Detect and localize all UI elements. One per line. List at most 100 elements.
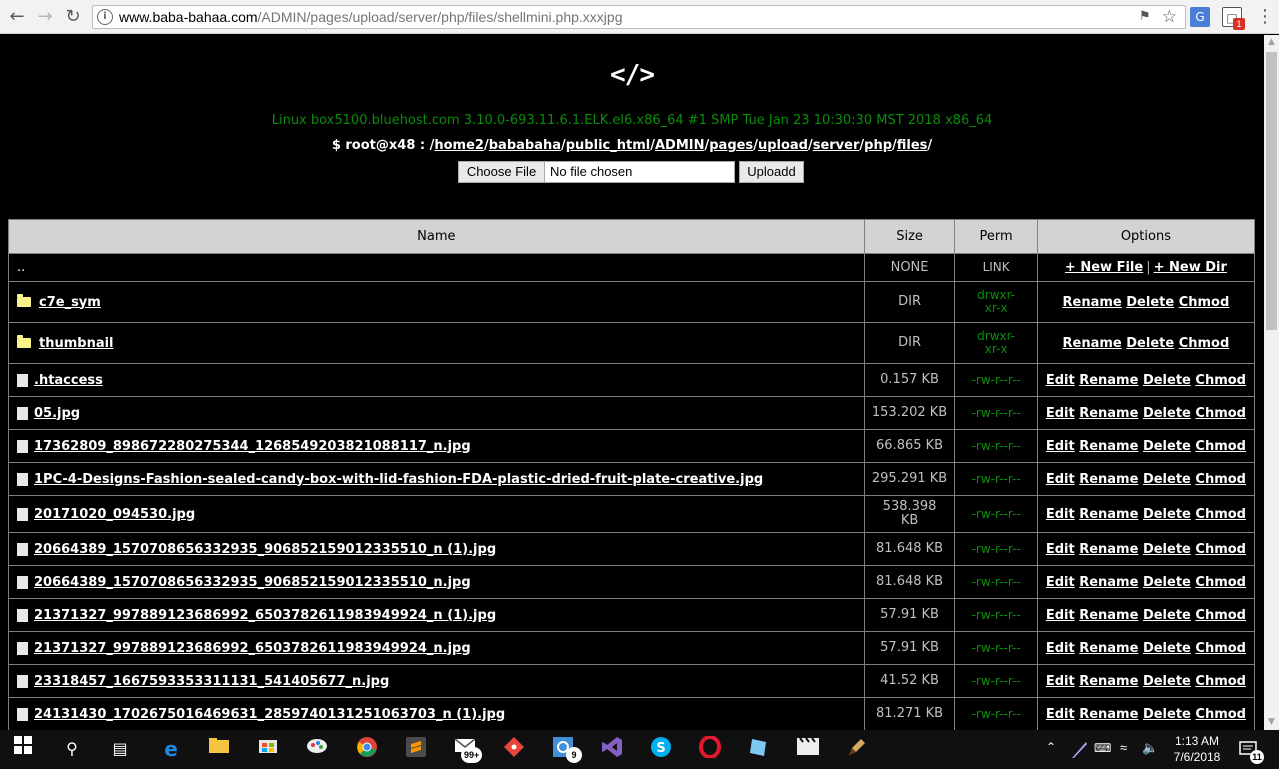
windows-start-icon[interactable] — [10, 736, 36, 762]
skype-icon[interactable]: S — [648, 736, 674, 762]
blocked-icon[interactable]: ⚑ — [1139, 9, 1155, 25]
edit-link[interactable]: Edit — [1046, 575, 1075, 590]
edit-link[interactable]: Edit — [1046, 439, 1075, 454]
notifications-icon[interactable]: 11 — [1238, 730, 1264, 769]
rename-link[interactable]: Rename — [1079, 641, 1138, 656]
forward-arrow-icon[interactable]: → — [34, 6, 56, 28]
file-input[interactable]: Choose File No file chosen — [458, 161, 735, 183]
new-dir-link[interactable]: + New Dir — [1154, 260, 1227, 275]
file-link[interactable]: 24131430_1702675016469631_28597401312510… — [34, 707, 505, 722]
chmod-link[interactable]: Chmod — [1195, 507, 1246, 522]
path-link-pages[interactable]: pages — [709, 138, 753, 153]
show-hidden-icons-icon[interactable]: ⌃ — [1046, 730, 1056, 769]
edge-icon[interactable]: e — [158, 736, 184, 762]
file-perm[interactable]: drwxr-xr-x — [954, 322, 1038, 364]
parent-link[interactable]: .. — [8, 253, 865, 282]
delete-link[interactable]: Delete — [1143, 406, 1191, 421]
edit-link[interactable]: Edit — [1046, 406, 1075, 421]
chmod-link[interactable]: Chmod — [1195, 542, 1246, 557]
visual-studio-icon[interactable] — [599, 736, 625, 762]
rename-link[interactable]: Rename — [1079, 608, 1138, 623]
path-link-upload[interactable]: upload — [758, 138, 808, 153]
delete-link[interactable]: Delete — [1143, 575, 1191, 590]
chmod-link[interactable]: Chmod — [1179, 295, 1230, 310]
file-link[interactable]: 21371327_997889123686992_650378261198394… — [34, 641, 471, 656]
scrollbar-thumb[interactable] — [1266, 52, 1277, 330]
file-link[interactable]: 23318457_1667593353311131_541405677_n.jp… — [34, 674, 389, 689]
file-perm[interactable]: -rw-r--r-- — [954, 462, 1038, 496]
file-link[interactable]: 17362809_898672280275344_126854920382108… — [34, 439, 471, 454]
video-icon[interactable] — [795, 736, 821, 762]
delete-link[interactable]: Delete — [1143, 472, 1191, 487]
file-perm[interactable]: -rw-r--r-- — [954, 429, 1038, 463]
chmod-link[interactable]: Chmod — [1195, 575, 1246, 590]
scroll-up-icon[interactable]: ▲ — [1264, 35, 1279, 50]
pen-icon[interactable] — [844, 736, 870, 762]
chmod-link[interactable]: Chmod — [1179, 336, 1230, 351]
chmod-link[interactable]: Chmod — [1195, 472, 1246, 487]
scroll-down-icon[interactable]: ▼ — [1264, 715, 1279, 730]
file-perm[interactable]: -rw-r--r-- — [954, 598, 1038, 632]
chmod-link[interactable]: Chmod — [1195, 439, 1246, 454]
file-link[interactable]: 1PC-4-Designs-Fashion-sealed-candy-box-w… — [34, 472, 763, 487]
chrome-icon[interactable] — [354, 736, 380, 762]
rename-link[interactable]: Rename — [1079, 472, 1138, 487]
store-icon[interactable] — [255, 736, 281, 762]
delete-link[interactable]: Delete — [1143, 608, 1191, 623]
rename-link[interactable]: Rename — [1079, 707, 1138, 722]
delete-link[interactable]: Delete — [1143, 707, 1191, 722]
chmod-link[interactable]: Chmod — [1195, 608, 1246, 623]
edit-link[interactable]: Edit — [1046, 608, 1075, 623]
file-perm[interactable]: -rw-r--r-- — [954, 532, 1038, 566]
delete-link[interactable]: Delete — [1143, 674, 1191, 689]
file-perm[interactable]: -rw-r--r-- — [954, 495, 1038, 533]
path-link-home2[interactable]: home2 — [434, 138, 484, 153]
rename-link[interactable]: Rename — [1079, 575, 1138, 590]
rename-link[interactable]: Rename — [1079, 674, 1138, 689]
edit-link[interactable]: Edit — [1046, 542, 1075, 557]
rename-link[interactable]: Rename — [1079, 373, 1138, 388]
notepad-icon[interactable] — [746, 736, 772, 762]
file-perm[interactable]: -rw-r--r-- — [954, 697, 1038, 730]
delete-link[interactable]: Delete — [1143, 542, 1191, 557]
paint-icon[interactable] — [304, 736, 330, 762]
file-perm[interactable]: -rw-r--r-- — [954, 664, 1038, 698]
search-icon[interactable]: ⚲ — [59, 736, 85, 762]
git-icon[interactable] — [501, 736, 527, 762]
path-link-public-html[interactable]: public_html — [566, 138, 650, 153]
file-link[interactable]: 20171020_094530.jpg — [34, 507, 195, 522]
star-icon[interactable]: ☆ — [1162, 7, 1177, 27]
edit-link[interactable]: Edit — [1046, 707, 1075, 722]
path-link-php[interactable]: php — [864, 138, 892, 153]
file-explorer-icon[interactable] — [206, 736, 232, 762]
delete-link[interactable]: Delete — [1126, 295, 1174, 310]
delete-link[interactable]: Delete — [1126, 336, 1174, 351]
rename-link[interactable]: Rename — [1079, 507, 1138, 522]
opera-icon[interactable] — [697, 735, 723, 762]
sublime-icon[interactable] — [403, 736, 429, 762]
rename-link[interactable]: Rename — [1079, 439, 1138, 454]
file-link[interactable]: 05.jpg — [34, 406, 80, 421]
chmod-link[interactable]: Chmod — [1195, 674, 1246, 689]
upload-button[interactable]: Uploadd — [739, 161, 804, 183]
edit-link[interactable]: Edit — [1046, 507, 1075, 522]
file-perm[interactable]: -rw-r--r-- — [954, 396, 1038, 430]
delete-link[interactable]: Delete — [1143, 439, 1191, 454]
rename-link[interactable]: Rename — [1063, 336, 1122, 351]
new-file-link[interactable]: + New File — [1065, 260, 1143, 275]
pen-workspace-icon[interactable] — [1070, 730, 1088, 769]
dir-link[interactable]: c7e_sym — [39, 295, 101, 310]
edit-link[interactable]: Edit — [1046, 373, 1075, 388]
task-view-icon[interactable]: ▤ — [107, 736, 133, 762]
delete-link[interactable]: Delete — [1143, 373, 1191, 388]
reload-icon[interactable]: ↻ — [62, 6, 84, 28]
delete-link[interactable]: Delete — [1143, 641, 1191, 656]
menu-icon[interactable]: ⋮ — [1256, 6, 1274, 28]
chmod-link[interactable]: Chmod — [1195, 406, 1246, 421]
file-link[interactable]: 21371327_997889123686992_650378261198394… — [34, 608, 496, 623]
file-perm[interactable]: drwxr-xr-x — [954, 281, 1038, 323]
chmod-link[interactable]: Chmod — [1195, 641, 1246, 656]
rename-link[interactable]: Rename — [1079, 542, 1138, 557]
page-scrollbar[interactable]: ▲ ▼ — [1264, 35, 1279, 730]
chmod-link[interactable]: Chmod — [1195, 707, 1246, 722]
